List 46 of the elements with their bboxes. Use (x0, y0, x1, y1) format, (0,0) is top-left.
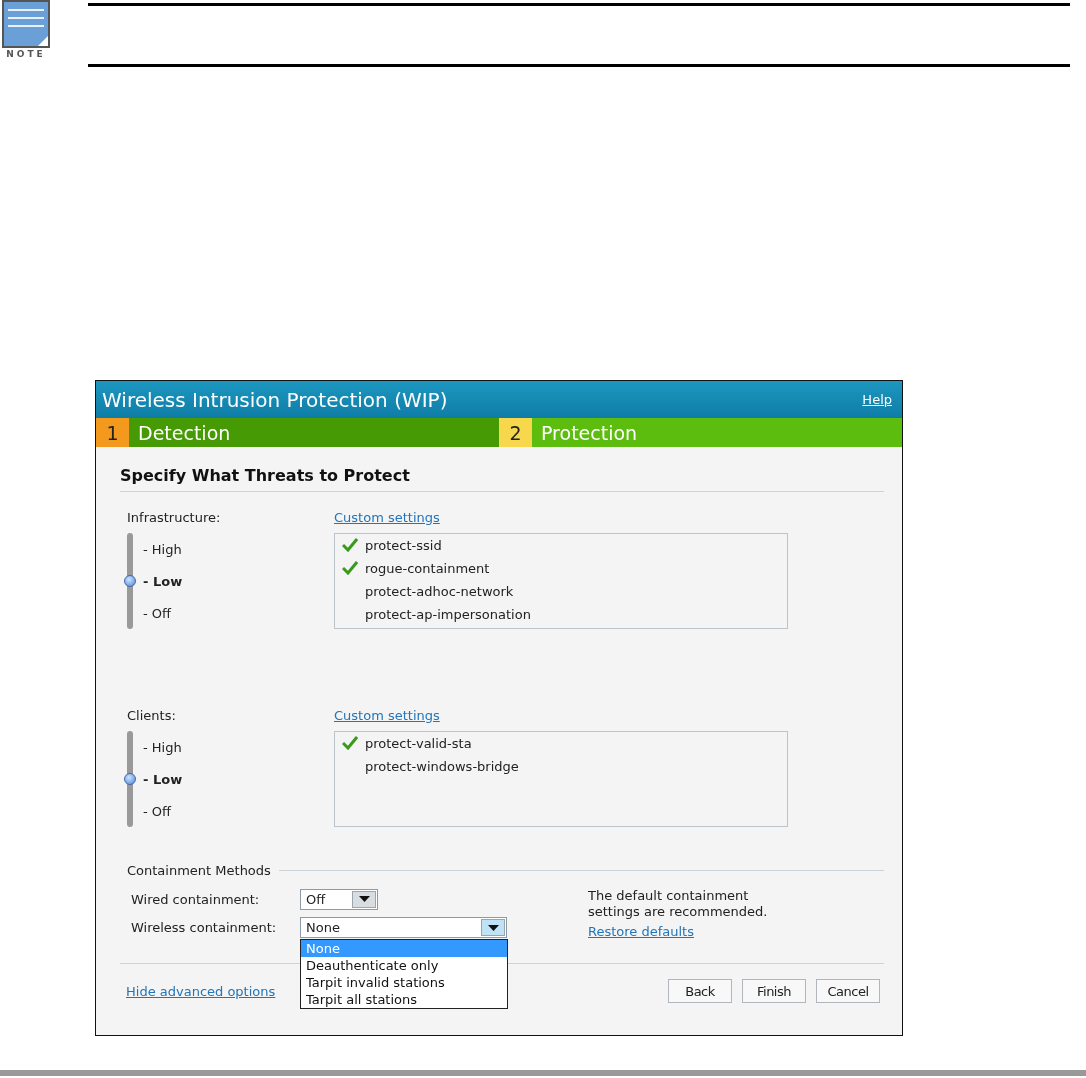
step-label: Detection (137, 421, 231, 444)
threat-item[interactable]: protect-windows-bridge (365, 758, 519, 774)
hide-advanced-link[interactable]: Hide advanced options (126, 983, 276, 999)
note-label: NOTE (6, 49, 46, 59)
hint-text: The default containment settings are recommended. (588, 888, 769, 920)
level-label: - High (143, 739, 183, 755)
level-label: - Low (143, 771, 183, 787)
window-title: Wireless Intrusion Protection (WIP) (102, 387, 448, 412)
checkmark-icon (342, 736, 358, 750)
threat-item[interactable]: protect-valid-sta (365, 735, 472, 751)
slider-track[interactable] (127, 533, 133, 629)
field-label: Wireless containment: (131, 920, 278, 936)
dialog-button[interactable]: Back (668, 979, 732, 1003)
threat-item[interactable]: rogue-containment (365, 560, 490, 576)
level-label: - Off (143, 803, 173, 819)
dropdown-arrow-icon (358, 896, 370, 903)
step-tab[interactable]: 1 Detection (96, 418, 499, 447)
note-icon (2, 0, 50, 48)
section-heading: Specify What Threats to Protect (120, 466, 884, 492)
step-label: Protection (540, 421, 638, 444)
group-title: Containment Methods (127, 863, 271, 878)
level-label: - Off (143, 605, 173, 621)
dropdown-arrow-icon (487, 924, 499, 931)
dialog-button[interactable]: Finish (742, 979, 806, 1003)
level-label: - Low (143, 573, 183, 589)
step-number: 2 (499, 418, 532, 447)
restore-defaults-link[interactable]: Restore defaults (588, 924, 694, 939)
help-link[interactable]: Help (862, 392, 892, 407)
step-number: 1 (96, 418, 129, 447)
step-tab[interactable]: 2 Protection (499, 418, 902, 447)
dialog-button[interactable]: Cancel (816, 979, 880, 1003)
threat-item[interactable]: protect-adhoc-network (365, 583, 514, 599)
checkmark-icon (342, 538, 358, 552)
slider-thumb[interactable] (124, 575, 136, 587)
level-label: - High (143, 541, 183, 557)
section-label: Infrastructure: (127, 510, 222, 525)
custom-settings-link[interactable]: Custom settings (334, 708, 440, 723)
field-label: Wired containment: (131, 891, 261, 907)
checkmark-icon (342, 561, 358, 575)
custom-settings-link[interactable]: Custom settings (334, 510, 440, 525)
threat-item[interactable]: protect-ssid (365, 537, 442, 553)
wired-select[interactable]: Off (300, 888, 378, 910)
threat-item[interactable]: protect-ap-impersonation (365, 606, 531, 622)
slider-track[interactable] (127, 731, 133, 827)
section-label: Clients: (127, 708, 177, 723)
slider-thumb[interactable] (124, 773, 136, 785)
